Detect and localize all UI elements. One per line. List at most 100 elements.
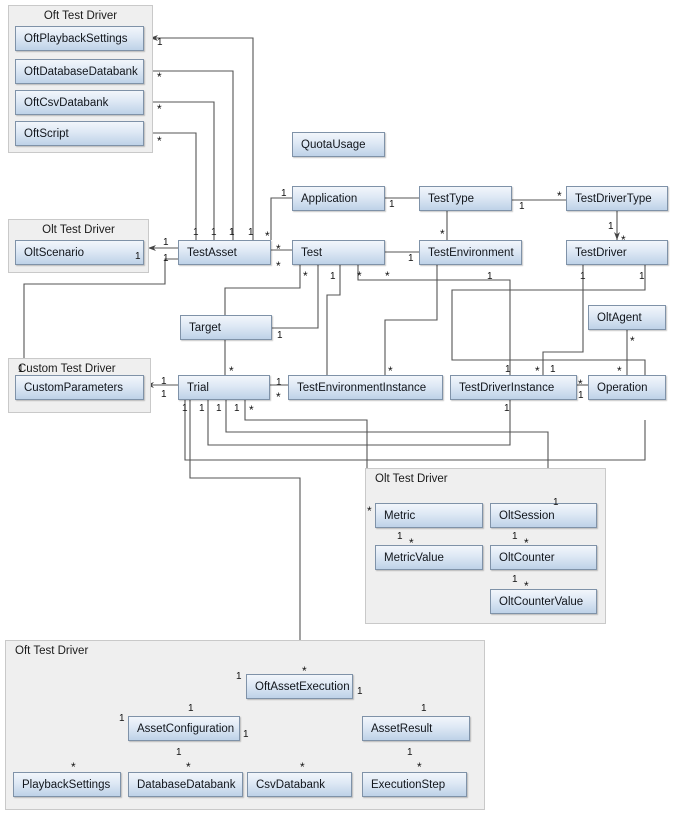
multiplicity-label: *	[302, 664, 307, 678]
multiplicity-label: *	[229, 364, 234, 378]
multiplicity-label: 1	[276, 377, 282, 388]
class-box-OltAgent[interactable]: OltAgent	[588, 305, 666, 330]
class-box-PlaybackSettings[interactable]: PlaybackSettings	[13, 772, 121, 797]
class-diagram-canvas: Oft Test Driver Olt Test Driver Custom Tes…	[0, 0, 675, 818]
multiplicity-label: 1	[389, 199, 395, 210]
multiplicity-label: 1	[408, 253, 414, 264]
edge-TestAsset-to-Application	[270, 197, 292, 240]
multiplicity-label: *	[630, 334, 635, 348]
class-box-TestAsset[interactable]: TestAsset	[178, 240, 271, 265]
class-box-TestDriver[interactable]: TestDriver	[566, 240, 668, 265]
multiplicity-label: *	[388, 364, 393, 378]
multiplicity-label: 1	[193, 227, 199, 238]
class-box-QuotaUsage[interactable]: QuotaUsage	[292, 132, 385, 157]
multiplicity-label: 1	[505, 364, 511, 375]
multiplicity-label: 1	[639, 271, 645, 282]
class-box-TestEnvironmentInstance[interactable]: TestEnvironmentInstance	[288, 375, 443, 400]
class-box-TestType[interactable]: TestType	[419, 186, 512, 211]
class-label: OltCounterValue	[499, 595, 584, 608]
multiplicity-label: 1	[211, 227, 217, 238]
multiplicity-label: 1	[176, 747, 182, 758]
multiplicity-label: 1	[553, 497, 559, 508]
class-label: ExecutionStep	[371, 778, 446, 791]
class-label: TestDriver	[575, 246, 627, 259]
class-box-OltSession[interactable]: OltSession	[490, 503, 597, 528]
class-box-OltScenario[interactable]: OltScenario	[15, 240, 144, 265]
multiplicity-label: 1	[229, 227, 235, 238]
multiplicity-label: 1	[161, 376, 167, 387]
class-label: OftCsvDatabank	[24, 96, 109, 109]
multiplicity-label: *	[276, 259, 281, 273]
multiplicity-label: 1	[608, 221, 614, 232]
class-box-OftPlaybackSettings[interactable]: OftPlaybackSettings	[15, 26, 144, 51]
multiplicity-label: 1	[161, 389, 167, 400]
class-box-TestDriverInstance[interactable]: TestDriverInstance	[450, 375, 577, 400]
class-label: Metric	[384, 509, 416, 522]
class-box-ExecutionStep[interactable]: ExecutionStep	[362, 772, 467, 797]
class-label: CustomParameters	[24, 381, 124, 394]
class-label: Test	[301, 246, 323, 259]
multiplicity-label: 1	[357, 686, 363, 697]
class-box-TestEnvironment[interactable]: TestEnvironment	[419, 240, 522, 265]
class-label: TestDriverType	[575, 192, 652, 205]
group-title: Oft Test Driver	[43, 10, 118, 22]
class-box-OftScript[interactable]: OftScript	[15, 121, 144, 146]
multiplicity-label: 1	[397, 531, 403, 542]
class-label: OftAssetExecution	[255, 680, 350, 693]
class-box-AssetResult[interactable]: AssetResult	[362, 716, 470, 741]
multiplicity-label: *	[367, 504, 372, 518]
class-label: CsvDatabank	[256, 778, 326, 791]
class-box-Target[interactable]: Target	[180, 315, 272, 340]
multiplicity-label: *	[276, 242, 281, 256]
multiplicity-label: *	[276, 390, 281, 404]
multiplicity-label: 1	[234, 403, 240, 414]
multiplicity-label: *	[535, 364, 540, 378]
edge-TestEnvironment-to-TestEnvironmentInstance	[384, 265, 438, 375]
class-label: Operation	[597, 381, 648, 394]
class-label: OltSession	[499, 509, 555, 522]
edge-TestAsset-to-OftCsvDatabank	[148, 101, 215, 240]
class-box-CsvDatabank[interactable]: CsvDatabank	[247, 772, 352, 797]
class-box-TestDriverType[interactable]: TestDriverType	[566, 186, 668, 211]
class-label: OltCounter	[499, 551, 555, 564]
class-box-OltCounter[interactable]: OltCounter	[490, 545, 597, 570]
class-label: OltAgent	[597, 311, 642, 324]
class-box-MetricValue[interactable]: MetricValue	[375, 545, 483, 570]
class-box-OftDatabaseDatabank[interactable]: OftDatabaseDatabank	[15, 59, 144, 84]
class-box-Trial[interactable]: Trial	[178, 375, 270, 400]
class-label: Trial	[187, 381, 209, 394]
multiplicity-label: *	[557, 189, 562, 203]
class-box-Application[interactable]: Application	[292, 186, 385, 211]
class-box-OftAssetExecution[interactable]: OftAssetExecution	[246, 674, 353, 699]
class-box-OftCsvDatabank[interactable]: OftCsvDatabank	[15, 90, 144, 115]
class-box-OltCounterValue[interactable]: OltCounterValue	[490, 589, 597, 614]
edge-TestAsset-to-OftDatabaseDatabank	[148, 70, 234, 240]
multiplicity-label: *	[186, 760, 191, 774]
multiplicity-label: 1	[182, 403, 188, 414]
class-box-Operation[interactable]: Operation	[588, 375, 666, 400]
edge-Trial-to-OftAssetExecution	[189, 400, 301, 672]
multiplicity-label: *	[249, 403, 254, 417]
multiplicity-label: 1	[199, 403, 205, 414]
class-box-AssetConfiguration[interactable]: AssetConfiguration	[128, 716, 240, 741]
class-box-DatabaseDatabank[interactable]: DatabaseDatabank	[128, 772, 243, 797]
multiplicity-label: 1	[407, 747, 413, 758]
multiplicity-label: *	[621, 233, 626, 247]
multiplicity-label: 1	[163, 237, 169, 248]
class-label: Application	[301, 192, 358, 205]
edge-TestAsset-to-CustomParameters	[21, 258, 178, 372]
class-box-CustomParameters[interactable]: CustomParameters	[15, 375, 144, 400]
multiplicity-label: *	[300, 760, 305, 774]
class-label: AssetConfiguration	[137, 722, 235, 735]
multiplicity-label: *	[385, 269, 390, 283]
class-box-Metric[interactable]: Metric	[375, 503, 483, 528]
multiplicity-label: *	[157, 70, 162, 84]
multiplicity-label: 1	[157, 37, 163, 48]
multiplicity-label: 1	[243, 729, 249, 740]
multiplicity-label: 1	[550, 364, 556, 375]
class-box-Test[interactable]: Test	[292, 240, 385, 265]
group-title: Oft Test Driver	[15, 645, 89, 657]
group-title: Olt Test Driver	[42, 224, 115, 236]
multiplicity-label: *	[417, 760, 422, 774]
multiplicity-label: 1	[512, 574, 518, 585]
